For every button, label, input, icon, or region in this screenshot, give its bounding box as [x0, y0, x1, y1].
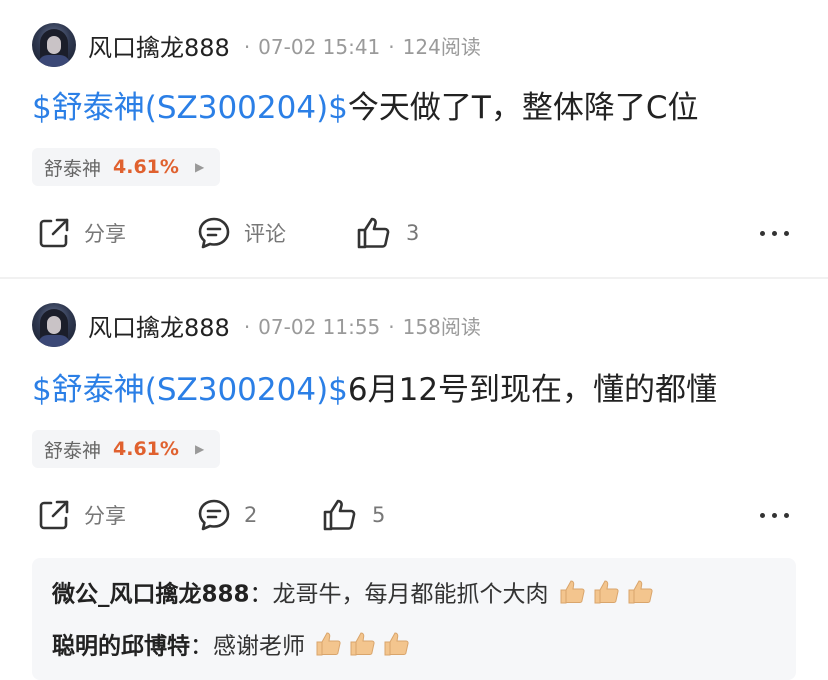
more-button[interactable]: [758, 221, 792, 245]
post-text: 6月12号到现在，懂的都懂: [347, 372, 718, 408]
comment-count: 2: [244, 503, 258, 527]
action-bar: 分享 评论 3: [0, 211, 828, 255]
avatar[interactable]: [32, 23, 76, 67]
thumbs-up-icon: [323, 499, 356, 531]
comment-user[interactable]: 聪明的邱博特: [52, 634, 190, 660]
read-count: 158阅读: [402, 314, 481, 339]
post-header: 风口擒龙888 · 07-02 15:41 · 124阅读: [32, 22, 481, 68]
comment-button[interactable]: 2: [196, 493, 257, 537]
stock-tag-link[interactable]: $舒泰神(SZ300204)$: [32, 90, 348, 126]
author-name[interactable]: 风口擒龙888: [88, 308, 230, 343]
stock-chip[interactable]: 舒泰神 4.61% ▶: [32, 148, 221, 186]
post-meta: · 07-02 11:55 · 158阅读: [243, 314, 481, 339]
comment-user[interactable]: 微公_风口擒龙888: [52, 582, 250, 608]
stock-change: 4.61%: [113, 438, 179, 460]
post-text: 今天做了T，整体降了C位: [347, 90, 699, 126]
like-count: 3: [406, 221, 420, 245]
like-button[interactable]: 3: [356, 211, 419, 255]
author-name[interactable]: 风口擒龙888: [88, 28, 230, 63]
post-time: 07-02 15:41: [258, 34, 381, 59]
comment-item[interactable]: 聪明的邱博特：感谢老师: [52, 628, 414, 666]
share-icon: [39, 218, 69, 248]
comment-icon: [198, 217, 230, 249]
stock-tag-link[interactable]: $舒泰神(SZ300204)$: [32, 372, 348, 408]
stock-name: 舒泰神: [44, 439, 102, 462]
share-button[interactable]: 分享: [36, 211, 126, 255]
thumbs-up-emoji: [314, 628, 414, 666]
post-card[interactable]: 风口擒龙888 · 07-02 11:55 · 158阅读 $舒泰神(SZ300204…: [0, 280, 828, 680]
post-time: 07-02 11:55: [258, 314, 381, 339]
post-divider: [0, 277, 828, 279]
post-card[interactable]: 风口擒龙888 · 07-02 15:41 · 124阅读 $舒泰神(SZ300204…: [0, 0, 828, 277]
like-count: 5: [372, 503, 386, 527]
share-button[interactable]: 分享: [36, 493, 126, 537]
comment-button[interactable]: 评论: [196, 211, 286, 255]
stock-change: 4.61%: [113, 156, 179, 178]
like-button[interactable]: 5: [322, 493, 385, 537]
share-label: 分享: [84, 222, 126, 246]
comment-text: 感谢老师: [213, 633, 305, 660]
stock-chip[interactable]: 舒泰神 4.61% ▶: [32, 430, 221, 468]
action-bar: 分享 2 5: [0, 493, 828, 537]
share-icon: [39, 500, 69, 530]
share-label: 分享: [84, 504, 126, 528]
comment-text: 龙哥牛，每月都能抓个大肉: [272, 581, 549, 608]
post-content: $舒泰神(SZ300204)$6月12号到现在，懂的都懂: [32, 370, 717, 410]
comment-item[interactable]: 微公_风口擒龙888：龙哥牛，每月都能抓个大肉: [52, 576, 658, 614]
thumbs-up-emoji: [558, 576, 658, 614]
stock-name: 舒泰神: [44, 157, 102, 180]
post-content: $舒泰神(SZ300204)$今天做了T，整体降了C位: [32, 88, 698, 128]
post-header: 风口擒龙888 · 07-02 11:55 · 158阅读: [32, 302, 481, 348]
comment-icon: [198, 499, 230, 531]
avatar[interactable]: [32, 303, 76, 347]
comment-label: 评论: [244, 222, 286, 246]
more-button[interactable]: [758, 503, 792, 527]
read-count: 124阅读: [402, 34, 481, 59]
chevron-right-icon: ▶: [194, 160, 205, 174]
chevron-right-icon: ▶: [194, 442, 205, 456]
thumbs-up-icon: [357, 217, 390, 249]
comment-preview[interactable]: 微公_风口擒龙888：龙哥牛，每月都能抓个大肉 聪明的邱博特：感谢老师: [32, 558, 796, 680]
post-meta: · 07-02 15:41 · 124阅读: [243, 34, 481, 59]
